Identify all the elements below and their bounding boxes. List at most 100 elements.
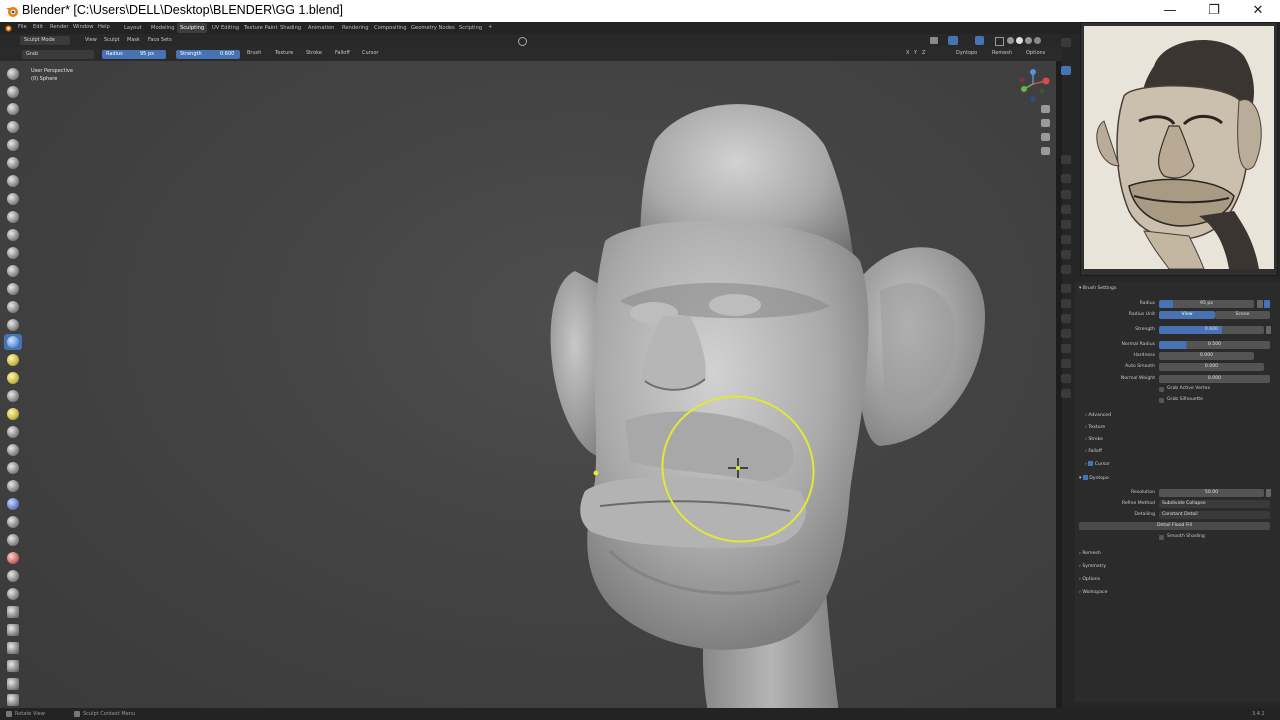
radius-settings-icon[interactable] xyxy=(1264,300,1270,308)
grab-brush-icon[interactable] xyxy=(7,336,19,348)
refine-method-dropdown[interactable]: Subdivide Collapse xyxy=(1159,500,1270,508)
flatten-brush-icon[interactable] xyxy=(7,247,19,259)
menu-file[interactable]: File xyxy=(18,24,27,30)
menu-help[interactable]: Help xyxy=(98,24,110,30)
dyntopo-checkbox[interactable] xyxy=(1082,475,1088,480)
brush-settings-header[interactable]: ▾ Brush Settings xyxy=(1079,286,1116,291)
smooth-brush-icon[interactable] xyxy=(7,229,19,241)
workspace-panel[interactable]: › Workspace xyxy=(1079,590,1107,595)
constraints-tab-icon[interactable] xyxy=(1061,344,1071,353)
rotate-brush-icon[interactable] xyxy=(7,444,19,456)
box-trim-icon[interactable] xyxy=(7,642,19,654)
physics-tab-icon[interactable] xyxy=(1061,329,1071,338)
pinch-brush-icon[interactable] xyxy=(7,319,19,331)
clay-thumb-brush-icon[interactable] xyxy=(7,139,19,151)
menu-sculpt[interactable]: Sculpt xyxy=(104,37,120,43)
tool-tab-icon[interactable] xyxy=(1061,66,1071,75)
collection-tab-icon[interactable] xyxy=(1061,265,1071,274)
blender-menu-icon[interactable] xyxy=(4,24,12,32)
menu-face-sets[interactable]: Face Sets xyxy=(148,37,172,43)
menu-render[interactable]: Render xyxy=(50,24,68,30)
paint-brush-icon[interactable] xyxy=(7,588,19,600)
mask-brush-icon[interactable] xyxy=(7,534,19,546)
symmetry-y-button[interactable]: Y xyxy=(914,50,917,56)
grab-active-vertex-checkbox[interactable] xyxy=(1159,387,1164,392)
draw-sharp-brush-icon[interactable] xyxy=(7,86,19,98)
clay-strips-brush-icon[interactable] xyxy=(7,121,19,133)
properties-editor-icon[interactable] xyxy=(1061,155,1071,164)
clay-brush-icon[interactable] xyxy=(7,103,19,115)
mode-selector[interactable]: Sculpt Mode xyxy=(20,36,70,45)
hardness-field[interactable]: 0.000 xyxy=(1159,352,1254,360)
transform-pivot-icon[interactable] xyxy=(518,37,527,46)
output-properties-tab-icon[interactable] xyxy=(1061,205,1071,214)
view-layer-tab-icon[interactable] xyxy=(1061,220,1071,229)
radius-unit-view-button[interactable]: View xyxy=(1159,311,1215,319)
pose-brush-icon[interactable] xyxy=(7,408,19,420)
tab-texture-paint[interactable]: Texture Paint xyxy=(241,23,280,33)
detail-flood-fill-button[interactable]: Detail Flood Fill xyxy=(1079,522,1270,530)
advanced-subpanel[interactable]: › Advanced xyxy=(1085,413,1111,418)
close-button[interactable]: ✕ xyxy=(1236,0,1280,22)
layer-brush-icon[interactable] xyxy=(7,157,19,169)
resolution-field[interactable]: 50.00 xyxy=(1159,489,1264,497)
data-tab-icon[interactable] xyxy=(1061,359,1071,368)
multires-displacement-eraser-icon[interactable] xyxy=(7,570,19,582)
symmetry-panel[interactable]: › Symmetry xyxy=(1079,564,1106,569)
tab-compositing[interactable]: Compositing xyxy=(371,23,410,33)
detailing-dropdown[interactable]: Constant Detail xyxy=(1159,511,1270,519)
tool-properties-tab-icon[interactable] xyxy=(1061,174,1071,183)
options-menu[interactable]: Options xyxy=(1026,50,1045,56)
falloff-subpanel[interactable]: › Falloff xyxy=(1085,449,1102,454)
3d-viewport[interactable]: User Perspective (0) Sphere xyxy=(0,61,1056,708)
cursor-checkbox[interactable] xyxy=(1088,461,1094,466)
editor-type-icon[interactable] xyxy=(1061,38,1071,47)
normal-weight-field[interactable]: 0.000 xyxy=(1159,375,1270,383)
visibility-icon[interactable] xyxy=(930,37,938,44)
symmetry-x-button[interactable]: X xyxy=(906,50,909,56)
box-mask-icon[interactable] xyxy=(7,606,19,618)
resolution-eyedropper-icon[interactable] xyxy=(1266,489,1271,497)
modifier-tab-icon[interactable] xyxy=(1061,299,1071,308)
strength-field[interactable]: Strength 0.600 xyxy=(176,50,240,59)
stroke-menu[interactable]: Stroke xyxy=(306,50,322,56)
strength-pressure-icon[interactable] xyxy=(1266,326,1271,334)
simplify-brush-icon[interactable] xyxy=(7,516,19,528)
radius-field[interactable]: Radius 95 px xyxy=(102,50,166,59)
cursor-menu[interactable]: Cursor xyxy=(362,50,378,56)
autosmooth-field[interactable]: 0.000 xyxy=(1159,363,1264,371)
tab-scripting[interactable]: Scripting xyxy=(456,23,485,33)
crease-brush-icon[interactable] xyxy=(7,211,19,223)
menu-window[interactable]: Window xyxy=(73,24,93,30)
inflate-brush-icon[interactable] xyxy=(7,175,19,187)
tab-sculpting[interactable]: Sculpting xyxy=(177,23,208,33)
stroke-subpanel[interactable]: › Stroke xyxy=(1085,437,1103,442)
tab-rendering[interactable]: Rendering xyxy=(339,23,372,33)
add-workspace-button[interactable]: + xyxy=(488,24,492,30)
shading-wireframe-icon[interactable] xyxy=(1007,37,1014,44)
tab-layout[interactable]: Layout xyxy=(121,23,145,33)
texture-tab-icon[interactable] xyxy=(1061,389,1071,398)
maximize-button[interactable]: ❐ xyxy=(1192,0,1236,22)
remesh-menu[interactable]: Remesh xyxy=(992,50,1012,56)
snake-hook-brush-icon[interactable] xyxy=(7,372,19,384)
blob-brush-icon[interactable] xyxy=(7,193,19,205)
multiplane-scrape-brush-icon[interactable] xyxy=(7,301,19,313)
strength-prop-field[interactable]: 0.600 xyxy=(1159,326,1264,334)
camera-view-icon[interactable] xyxy=(1041,133,1050,141)
fill-brush-icon[interactable] xyxy=(7,265,19,277)
menu-edit[interactable]: Edit xyxy=(33,24,43,30)
shading-rendered-icon[interactable] xyxy=(1034,37,1041,44)
pan-hand-icon[interactable] xyxy=(1041,119,1050,127)
elastic-deform-brush-icon[interactable] xyxy=(7,354,19,366)
material-tab-icon[interactable] xyxy=(1061,374,1071,383)
cursor-subpanel[interactable]: › Cursor xyxy=(1085,461,1110,467)
smooth-shading-checkbox[interactable] xyxy=(1159,535,1164,540)
radius-unit-scene-button[interactable]: Scene xyxy=(1215,311,1270,319)
gizmo-toggle-icon[interactable] xyxy=(948,36,958,45)
render-properties-tab-icon[interactable] xyxy=(1061,190,1071,199)
tab-geometry-nodes[interactable]: Geometry Nodes xyxy=(408,23,458,33)
minimize-button[interactable]: — xyxy=(1148,0,1192,22)
navigation-gizmo[interactable] xyxy=(1018,69,1052,105)
zoom-icon[interactable] xyxy=(1041,105,1050,113)
